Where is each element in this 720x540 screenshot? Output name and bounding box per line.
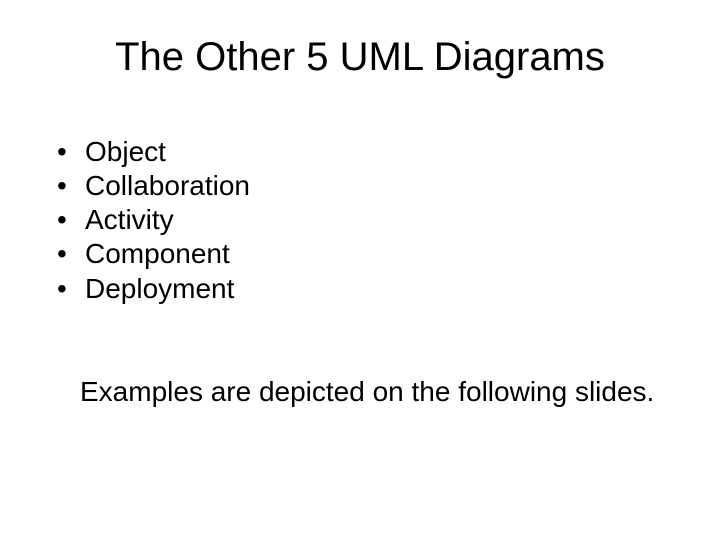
bullet-icon: •	[55, 237, 85, 271]
bullet-icon: •	[55, 169, 85, 203]
bullet-list: • Object • Collaboration • Activity • Co…	[50, 135, 670, 306]
bullet-text: Component	[85, 237, 670, 271]
list-item: • Activity	[55, 203, 670, 237]
list-item: • Collaboration	[55, 169, 670, 203]
bullet-icon: •	[55, 203, 85, 237]
list-item: • Deployment	[55, 272, 670, 306]
bullet-icon: •	[55, 135, 85, 169]
slide-title: The Other 5 UML Diagrams	[50, 35, 670, 80]
bullet-text: Deployment	[85, 272, 670, 306]
slide-container: The Other 5 UML Diagrams • Object • Coll…	[0, 0, 720, 540]
bullet-icon: •	[55, 272, 85, 306]
bullet-text: Collaboration	[85, 169, 670, 203]
bullet-text: Activity	[85, 203, 670, 237]
list-item: • Component	[55, 237, 670, 271]
footer-text: Examples are depicted on the following s…	[50, 376, 670, 408]
list-item: • Object	[55, 135, 670, 169]
bullet-text: Object	[85, 135, 670, 169]
